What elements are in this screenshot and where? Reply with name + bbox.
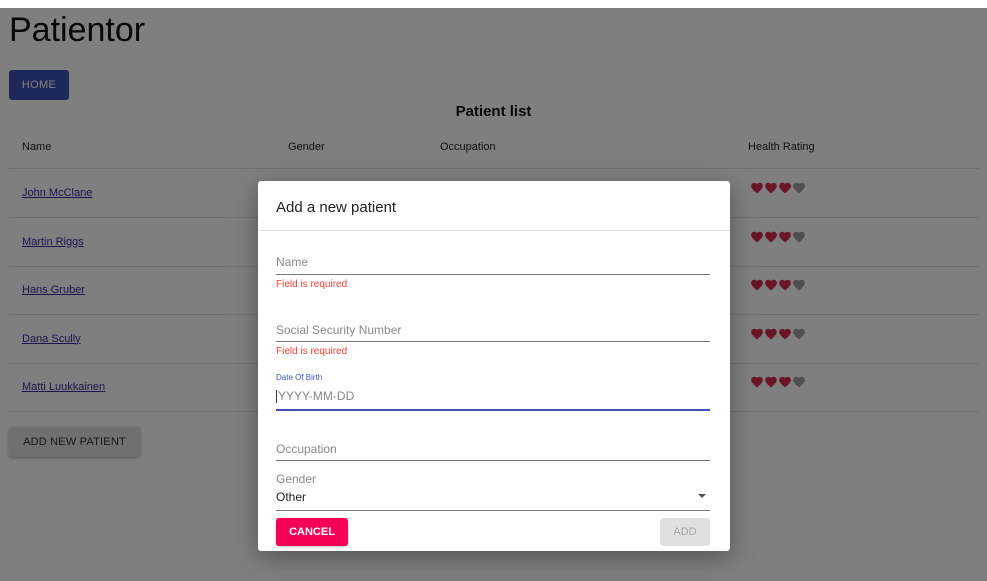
gender-value[interactable]: Other xyxy=(276,490,306,504)
gender-select[interactable]: Gender Other xyxy=(276,472,710,512)
add-patient-dialog: Add a new patient Name Field is required… xyxy=(258,181,730,551)
date-of-birth-label: Date Of Birth xyxy=(276,373,323,382)
date-of-birth-placeholder: YYYY-MM-DD xyxy=(278,389,355,403)
arrow-drop-down-icon[interactable] xyxy=(698,494,706,498)
name-error: Field is required xyxy=(276,279,348,290)
cancel-button[interactable]: CANCEL xyxy=(276,518,348,546)
name-field[interactable]: Name Field is required xyxy=(276,253,710,293)
name-input[interactable]: Name xyxy=(276,255,308,269)
occupation-underline xyxy=(276,460,710,461)
date-of-birth-field[interactable]: Date Of Birth YYYY-MM-DD xyxy=(276,373,710,413)
gender-label: Gender xyxy=(276,472,317,486)
ssn-error: Field is required xyxy=(276,346,348,357)
ssn-field[interactable]: Social Security Number Field is required xyxy=(276,321,710,361)
add-button[interactable]: ADD xyxy=(660,518,710,546)
name-underline xyxy=(276,274,710,275)
ssn-input[interactable]: Social Security Number xyxy=(276,323,401,337)
text-cursor xyxy=(276,390,277,404)
gender-underline xyxy=(276,510,710,511)
dialog-divider xyxy=(258,230,730,231)
dialog-title: Add a new patient xyxy=(276,199,397,216)
window-top-edge xyxy=(0,0,987,8)
occupation-input[interactable]: Occupation xyxy=(276,442,337,456)
ssn-underline xyxy=(276,341,710,342)
date-of-birth-underline xyxy=(276,409,710,411)
date-of-birth-input[interactable]: YYYY-MM-DD xyxy=(276,389,355,404)
occupation-field[interactable]: Occupation xyxy=(276,440,710,464)
